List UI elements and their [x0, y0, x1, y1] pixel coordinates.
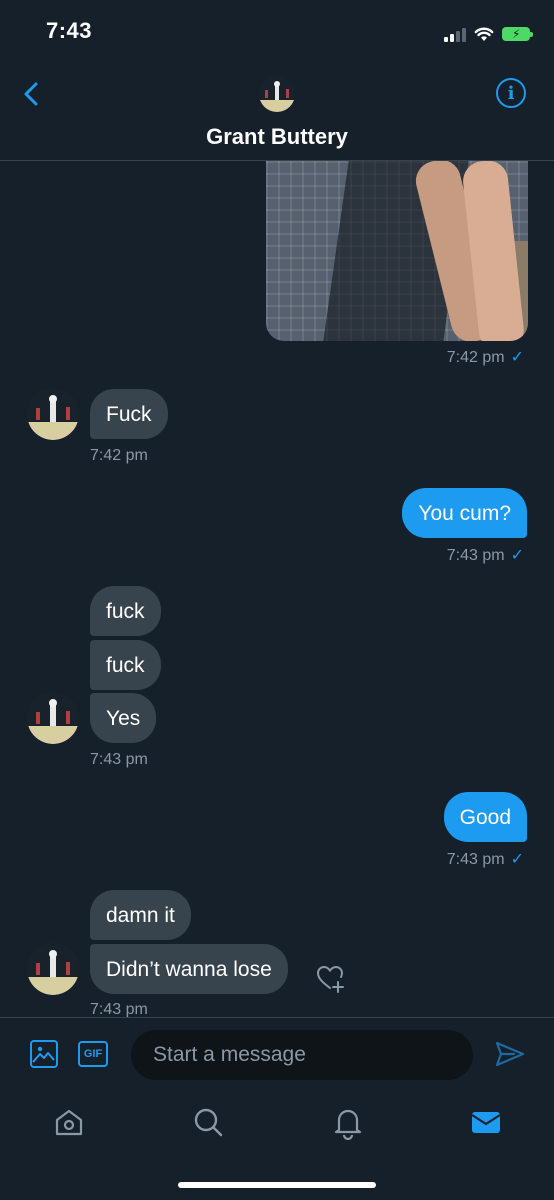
mail-icon[interactable] — [468, 1104, 504, 1140]
info-icon[interactable]: i — [496, 78, 526, 108]
message-timestamp: 7:43 pm — [90, 751, 148, 768]
check-icon: ✓ — [510, 547, 524, 564]
sender-avatar[interactable] — [27, 692, 79, 744]
message-bubble-outgoing[interactable]: Good — [443, 792, 527, 842]
battery-icon: ⚡ — [502, 27, 533, 41]
conversation-header: i Grant Buttery — [0, 60, 554, 161]
message-timestamp: 7:43 pm ✓ — [446, 547, 524, 564]
status-time: 7:43 — [46, 18, 93, 43]
message-timestamp: 7:43 pm ✓ — [446, 851, 524, 868]
message-bubble-incoming[interactable]: Fuck — [90, 389, 168, 439]
photo-message[interactable] — [266, 161, 528, 341]
sender-avatar[interactable] — [27, 388, 79, 440]
wifi-icon — [474, 27, 494, 41]
message-input[interactable] — [131, 1030, 473, 1080]
home-indicator — [178, 1182, 376, 1188]
image-icon[interactable] — [30, 1040, 58, 1068]
check-icon: ✓ — [510, 349, 524, 366]
status-icons: ⚡ — [444, 22, 533, 46]
header-avatar[interactable] — [259, 76, 295, 112]
conversation-title[interactable]: Grant Buttery — [0, 124, 554, 150]
message-timestamp: 7:42 pm — [90, 447, 148, 464]
message-bubble-incoming[interactable]: damn it — [90, 890, 191, 940]
home-icon[interactable] — [51, 1104, 87, 1140]
send-icon[interactable] — [494, 1038, 526, 1070]
sender-avatar[interactable] — [27, 943, 79, 995]
check-icon: ✓ — [510, 851, 524, 868]
gif-icon[interactable]: GIF — [78, 1041, 108, 1067]
message-bubble-incoming[interactable]: fuck — [90, 586, 161, 636]
bell-icon[interactable] — [330, 1104, 366, 1140]
message-bubble-incoming[interactable]: Didn’t wanna lose — [90, 944, 288, 994]
heart-plus-icon[interactable] — [316, 964, 346, 994]
message-bubble-outgoing[interactable]: You cum? — [402, 488, 527, 538]
message-timestamp: 7:42 pm ✓ — [446, 349, 524, 366]
message-bubble-incoming[interactable]: Yes — [90, 693, 157, 743]
tab-bar — [0, 1090, 554, 1160]
message-composer: GIF — [0, 1017, 554, 1090]
chevron-left-icon[interactable] — [20, 80, 44, 108]
message-bubble-incoming[interactable]: fuck — [90, 640, 161, 690]
search-icon[interactable] — [190, 1104, 226, 1140]
signal-icon — [444, 26, 466, 42]
